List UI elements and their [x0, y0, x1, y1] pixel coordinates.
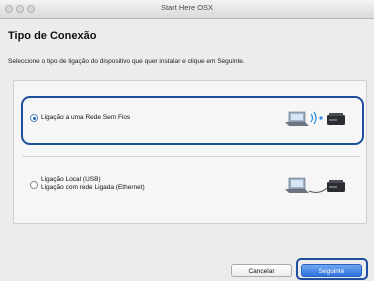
wireless-connection-illustration	[285, 111, 345, 126]
instruction-text: Seleccione o tipo de ligação do disposit…	[8, 58, 245, 65]
radio-wireless[interactable]	[30, 114, 38, 122]
page-title: Tipo de Conexão	[8, 30, 97, 42]
window-title: Start Here OSX	[160, 3, 214, 12]
option-wireless-label[interactable]: Ligação a uma Rede Sem Fios	[41, 114, 130, 122]
option-wired-label-line2[interactable]: Ligação com rede Ligada (Ethernet)	[41, 184, 145, 192]
cancel-button[interactable]: Cancelar	[231, 264, 292, 277]
title-bar: Start Here OSX	[0, 0, 374, 19]
next-button[interactable]: Seguinte	[301, 264, 362, 277]
option-wired-label-line1[interactable]: Ligação Local (USB)	[41, 176, 101, 184]
wired-connection-illustration	[285, 177, 345, 193]
options-separator	[22, 156, 360, 157]
radio-wired[interactable]	[30, 181, 38, 189]
installer-window: Start Here OSX Tipo de Conexão Seleccion…	[0, 0, 374, 281]
